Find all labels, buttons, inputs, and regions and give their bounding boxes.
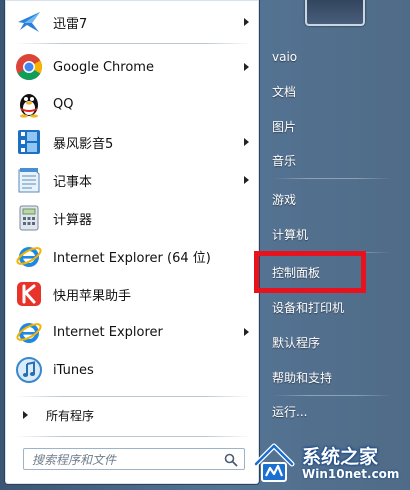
start-menu: 迅雷7 Google Chrome QQ 暴风影音5 记事本 计算器 Inter… bbox=[0, 0, 410, 490]
qq-penguin-icon bbox=[13, 88, 45, 120]
separator bbox=[15, 396, 251, 397]
right-item-default-programs[interactable]: 默认程序 bbox=[266, 329, 406, 355]
places-pane: vaio 文档 图片 音乐 游戏 计算机 控制面板 设备和打印机 默认程序 帮助… bbox=[258, 0, 410, 490]
right-item-documents[interactable]: 文档 bbox=[266, 78, 406, 104]
separator bbox=[272, 395, 392, 396]
submenu-arrow-icon[interactable] bbox=[244, 328, 249, 336]
right-item-run[interactable]: 运行... bbox=[266, 398, 406, 424]
right-item-computer[interactable]: 计算机 bbox=[266, 221, 406, 247]
right-item-vaio[interactable]: vaio bbox=[266, 44, 406, 70]
program-item-calculator[interactable]: 计算器 bbox=[11, 200, 255, 236]
program-item-baofeng[interactable]: 暴风影音5 bbox=[11, 124, 255, 160]
submenu-arrow-icon[interactable] bbox=[244, 63, 249, 71]
program-label: 暴风影音5 bbox=[53, 136, 114, 152]
separator bbox=[15, 436, 251, 437]
all-programs-button[interactable]: 所有程序 bbox=[11, 402, 255, 428]
watermark-title: 系统之家 bbox=[302, 446, 379, 468]
program-item-itunes[interactable]: iTunes bbox=[11, 352, 255, 388]
program-item-ie64[interactable]: Internet Explorer (64 位) bbox=[11, 238, 255, 274]
submenu-arrow-icon[interactable] bbox=[244, 18, 249, 26]
program-label: 迅雷7 bbox=[53, 16, 88, 32]
ie-icon bbox=[13, 316, 45, 348]
program-label: 计算器 bbox=[53, 212, 93, 228]
calculator-icon bbox=[13, 202, 45, 234]
program-label: iTunes bbox=[53, 362, 94, 378]
thunder-bird-icon bbox=[13, 6, 45, 38]
search-input[interactable] bbox=[24, 450, 222, 470]
notepad-icon bbox=[13, 164, 45, 196]
chrome-icon bbox=[13, 51, 45, 83]
all-programs-label: 所有程序 bbox=[46, 408, 95, 423]
itunes-icon bbox=[13, 354, 45, 386]
watermark-subtitle: Win10net.com bbox=[302, 467, 400, 481]
program-label: 快用苹果助手 bbox=[53, 288, 132, 304]
right-item-pictures[interactable]: 图片 bbox=[266, 113, 406, 139]
arrow-right-icon bbox=[23, 411, 28, 419]
program-label: Google Chrome bbox=[53, 59, 154, 75]
search-icon[interactable] bbox=[224, 452, 238, 467]
kuaiyong-icon bbox=[13, 278, 45, 310]
program-item-qq[interactable]: QQ bbox=[11, 86, 255, 122]
right-item-games[interactable]: 游戏 bbox=[266, 186, 406, 212]
submenu-arrow-icon[interactable] bbox=[244, 138, 249, 146]
highlight-box bbox=[254, 251, 366, 293]
search-box[interactable] bbox=[23, 448, 245, 470]
right-item-help-support[interactable]: 帮助和支持 bbox=[266, 364, 406, 390]
house-logo-icon bbox=[253, 443, 295, 482]
separator bbox=[272, 178, 392, 179]
film-icon bbox=[13, 126, 45, 158]
program-item-notepad[interactable]: 记事本 bbox=[11, 162, 255, 198]
program-label: Internet Explorer (64 位) bbox=[53, 250, 211, 266]
ie-icon bbox=[13, 240, 45, 272]
right-item-devices-printers[interactable]: 设备和打印机 bbox=[266, 294, 406, 320]
program-item-chrome[interactable]: Google Chrome bbox=[11, 49, 255, 85]
program-label: 记事本 bbox=[53, 174, 93, 190]
submenu-arrow-icon[interactable] bbox=[244, 176, 249, 184]
programs-pane: 迅雷7 Google Chrome QQ 暴风影音5 记事本 计算器 Inter… bbox=[4, 0, 260, 485]
program-label: Internet Explorer bbox=[53, 324, 163, 340]
right-item-music[interactable]: 音乐 bbox=[266, 147, 406, 173]
program-item-ie[interactable]: Internet Explorer bbox=[11, 314, 255, 350]
program-label: QQ bbox=[53, 96, 74, 112]
program-item-kuaiyong[interactable]: 快用苹果助手 bbox=[11, 276, 255, 312]
site-watermark: 系统之家 Win10net.com bbox=[250, 436, 410, 490]
program-item-thunder[interactable]: 迅雷7 bbox=[11, 4, 255, 40]
separator bbox=[15, 43, 251, 44]
